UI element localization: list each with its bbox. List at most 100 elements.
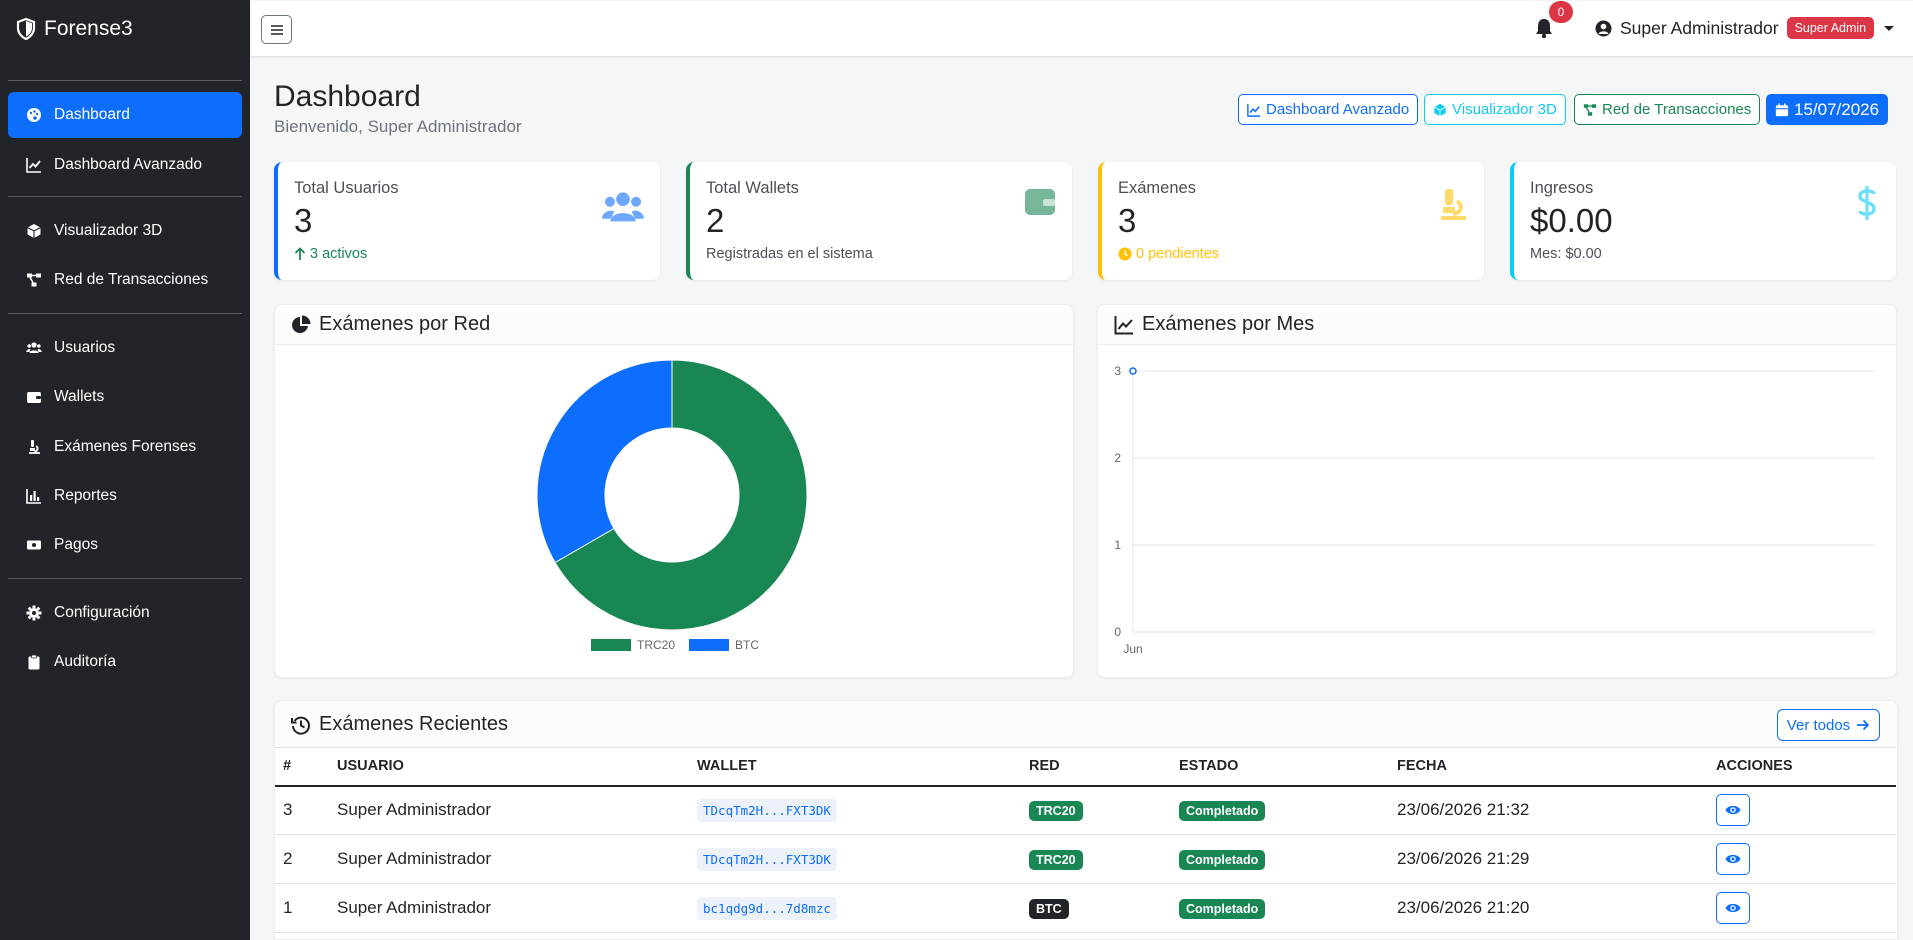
visualizador-3d-button[interactable]: Visualizador 3D [1424, 94, 1566, 125]
users-icon [26, 342, 42, 353]
col-header: ACCIONES [1708, 747, 1896, 787]
shield-icon [16, 18, 36, 40]
top-bar: 0 Super Administrador Super Admin [251, 1, 1913, 57]
eye-icon [1725, 854, 1741, 864]
pie-chart [536, 359, 808, 631]
sidebar-item-label: Dashboard [54, 106, 130, 123]
sidebar-item-configuracion[interactable]: Configuración [8, 590, 242, 636]
card-title: Exámenes Recientes [319, 713, 508, 735]
network-badge: TRC20 [1029, 801, 1083, 822]
sidebar-item-label: Dashboard Avanzado [54, 156, 202, 173]
bar-chart-icon [26, 489, 41, 504]
chart-line-icon [1247, 103, 1261, 117]
brand-name: Forense3 [44, 17, 133, 40]
cell-id: 1 [275, 883, 329, 933]
sidebar-item-wallets[interactable]: Wallets [8, 374, 242, 420]
sidebar-item-label: Configuración [54, 604, 150, 621]
cube-icon [1434, 103, 1446, 116]
network-icon [1583, 103, 1597, 116]
arrow-up-icon [294, 247, 306, 260]
sidebar-item-examenes-forenses[interactable]: Exámenes Forenses [8, 424, 242, 470]
cell-user: Super Administrador [329, 785, 689, 835]
col-header: FECHA [1389, 747, 1708, 787]
card-header: Exámenes Recientes [275, 701, 1897, 748]
stat-card-examenes: Exámenes 3 0 pendientes [1098, 162, 1484, 280]
col-header: WALLET [689, 747, 1021, 787]
sidebar-item-label: Reportes [54, 487, 117, 504]
sidebar-item-label: Pagos [54, 536, 98, 553]
eye-icon [1725, 903, 1741, 913]
notification-count-badge: 0 [1549, 1, 1573, 23]
cell-actions [1708, 883, 1896, 933]
sidebar-item-label: Auditoría [54, 653, 117, 670]
dollar-icon [1858, 186, 1876, 220]
pie-slice-btc [536, 359, 673, 564]
sidebar-item-visualizador-3d[interactable]: Visualizador 3D [8, 208, 242, 254]
brand[interactable]: Forense3 [16, 14, 133, 44]
stat-value: $0.00 [1530, 202, 1613, 239]
table-row: 3 Super Administrador TDcqTm2H...FXT3DK … [275, 785, 1896, 835]
recent-exams-table: # USUARIO WALLET RED ESTADO FECHA ACCION… [275, 747, 1896, 933]
sidebar-item-auditoria[interactable]: Auditoría [8, 639, 242, 685]
stat-sub-text: 3 activos [310, 246, 368, 262]
palette-icon [27, 108, 41, 122]
sidebar-item-red-de-transacciones[interactable]: Red de Transacciones [8, 257, 242, 303]
cube-icon [27, 224, 41, 238]
wallet-code[interactable]: bc1qdg9d...7d8mzc [697, 897, 837, 920]
legend-swatch-btc [689, 639, 730, 651]
user-name: Super Administrador [1620, 17, 1779, 38]
pie-legend: TRC20 BTC [591, 638, 759, 652]
page-title: Dashboard [274, 80, 421, 113]
stat-card-usuarios: Total Usuarios 3 3 activos [274, 162, 660, 280]
network-icon [27, 273, 41, 287]
cell-status: Completado [1171, 834, 1389, 884]
arrow-right-icon [1857, 719, 1870, 731]
status-badge: Completado [1179, 801, 1266, 822]
status-badge: Completado [1179, 850, 1266, 870]
date-button[interactable]: 15/07/2026 [1766, 94, 1889, 125]
user-menu[interactable]: Super Administrador Super Admin [1595, 17, 1895, 39]
money-icon [27, 540, 41, 550]
stat-label: Total Wallets [706, 179, 799, 197]
bell-icon[interactable] [1533, 17, 1555, 39]
pie-chart-icon [292, 315, 311, 333]
button-label: Dashboard Avanzado [1266, 101, 1410, 118]
sidebar-toggle-button[interactable] [261, 15, 292, 44]
dashboard-avanzado-button[interactable]: Dashboard Avanzado [1238, 94, 1419, 125]
data-point [1129, 367, 1137, 375]
stat-sub: 3 activos [294, 246, 367, 262]
cell-wallet: TDcqTm2H...FXT3DK [689, 785, 1021, 835]
stat-label: Exámenes [1118, 179, 1196, 197]
stat-sub-text: 0 pendientes [1136, 246, 1220, 262]
view-button[interactable] [1716, 892, 1750, 924]
wallet-icon [27, 392, 41, 403]
table-row: 1 Super Administrador bc1qdg9d...7d8mzc … [275, 883, 1896, 933]
sidebar-item-dashboard[interactable]: Dashboard [8, 92, 242, 138]
view-button[interactable] [1716, 794, 1750, 827]
y-tick-label: 1 [1114, 538, 1121, 552]
sidebar-item-usuarios[interactable]: Usuarios [8, 325, 242, 371]
wallet-code[interactable]: TDcqTm2H...FXT3DK [697, 799, 837, 823]
divider [8, 80, 242, 81]
y-tick-label: 0 [1114, 625, 1121, 639]
status-badge: Completado [1179, 899, 1266, 919]
col-header: RED [1021, 747, 1171, 787]
y-tick-label: 2 [1114, 451, 1121, 465]
cell-net: BTC [1021, 883, 1171, 933]
divider [8, 578, 242, 579]
stat-sub: 0 pendientes [1118, 246, 1219, 262]
stat-value: 3 [1118, 202, 1137, 239]
sidebar-item-pagos[interactable]: Pagos [8, 522, 242, 568]
view-button[interactable] [1716, 843, 1750, 875]
ver-todos-button[interactable]: Ver todos [1777, 709, 1880, 741]
red-de-transacciones-button[interactable]: Red de Transacciones [1574, 94, 1761, 125]
wallet-code[interactable]: TDcqTm2H...FXT3DK [697, 848, 837, 871]
line-chart: 0 1 2 3 Jun [1114, 364, 1875, 656]
sidebar-item-reportes[interactable]: Reportes [8, 473, 242, 519]
cell-status: Completado [1171, 883, 1389, 933]
button-label: Visualizador 3D [1452, 101, 1557, 118]
wallet-icon [1025, 189, 1055, 215]
sidebar-item-dashboard-avanzado[interactable]: Dashboard Avanzado [8, 142, 242, 188]
stat-sub: Registradas en el sistema [706, 246, 873, 262]
user-circle-icon [1595, 20, 1612, 36]
